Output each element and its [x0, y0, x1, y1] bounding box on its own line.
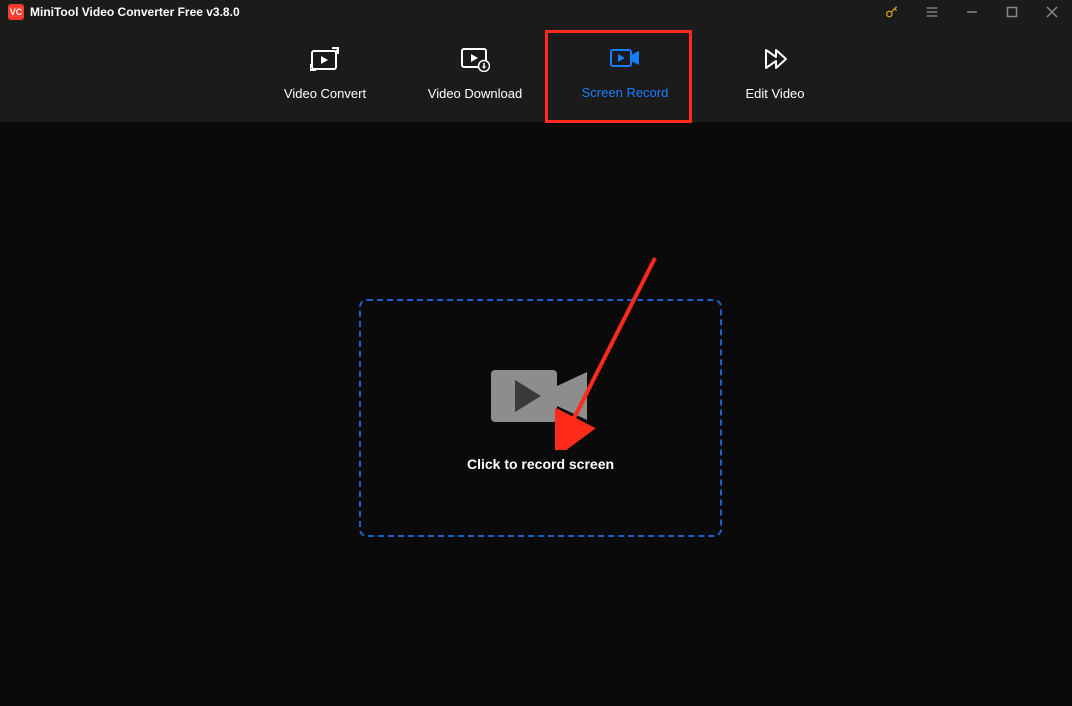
tab-label: Screen Record — [582, 85, 669, 100]
titlebar: VC MiniTool Video Converter Free v3.8.0 — [0, 0, 1072, 24]
screen-record-icon — [609, 47, 641, 71]
minimize-button[interactable] — [952, 0, 992, 24]
tab-video-download[interactable]: Video Download — [400, 33, 550, 113]
menu-button[interactable] — [912, 0, 952, 24]
tab-screen-record[interactable]: Screen Record — [550, 33, 700, 113]
close-button[interactable] — [1032, 0, 1072, 24]
video-download-icon — [460, 46, 490, 72]
record-screen-box[interactable]: Click to record screen — [359, 299, 722, 537]
tab-label: Video Convert — [284, 86, 366, 101]
maximize-icon — [1006, 6, 1018, 18]
toolbar: Video Convert Video Download Screen Reco… — [0, 24, 1072, 122]
edit-video-icon — [762, 46, 788, 72]
titlebar-right — [872, 0, 1072, 24]
video-convert-icon — [310, 46, 340, 72]
minimize-icon — [966, 6, 978, 18]
camcorder-icon — [491, 364, 591, 428]
record-cta-label: Click to record screen — [467, 456, 614, 472]
app-title: MiniTool Video Converter Free v3.8.0 — [30, 5, 240, 19]
tab-label: Video Download — [428, 86, 522, 101]
key-button[interactable] — [872, 0, 912, 24]
maximize-button[interactable] — [992, 0, 1032, 24]
app-logo: VC — [8, 4, 24, 20]
tab-edit-video[interactable]: Edit Video — [700, 33, 850, 113]
tab-video-convert[interactable]: Video Convert — [250, 33, 400, 113]
menu-icon — [924, 4, 940, 20]
tab-label: Edit Video — [745, 86, 804, 101]
close-icon — [1046, 6, 1058, 18]
main-area: Click to record screen — [0, 122, 1072, 706]
titlebar-left: VC MiniTool Video Converter Free v3.8.0 — [8, 4, 240, 20]
key-icon — [884, 4, 900, 20]
